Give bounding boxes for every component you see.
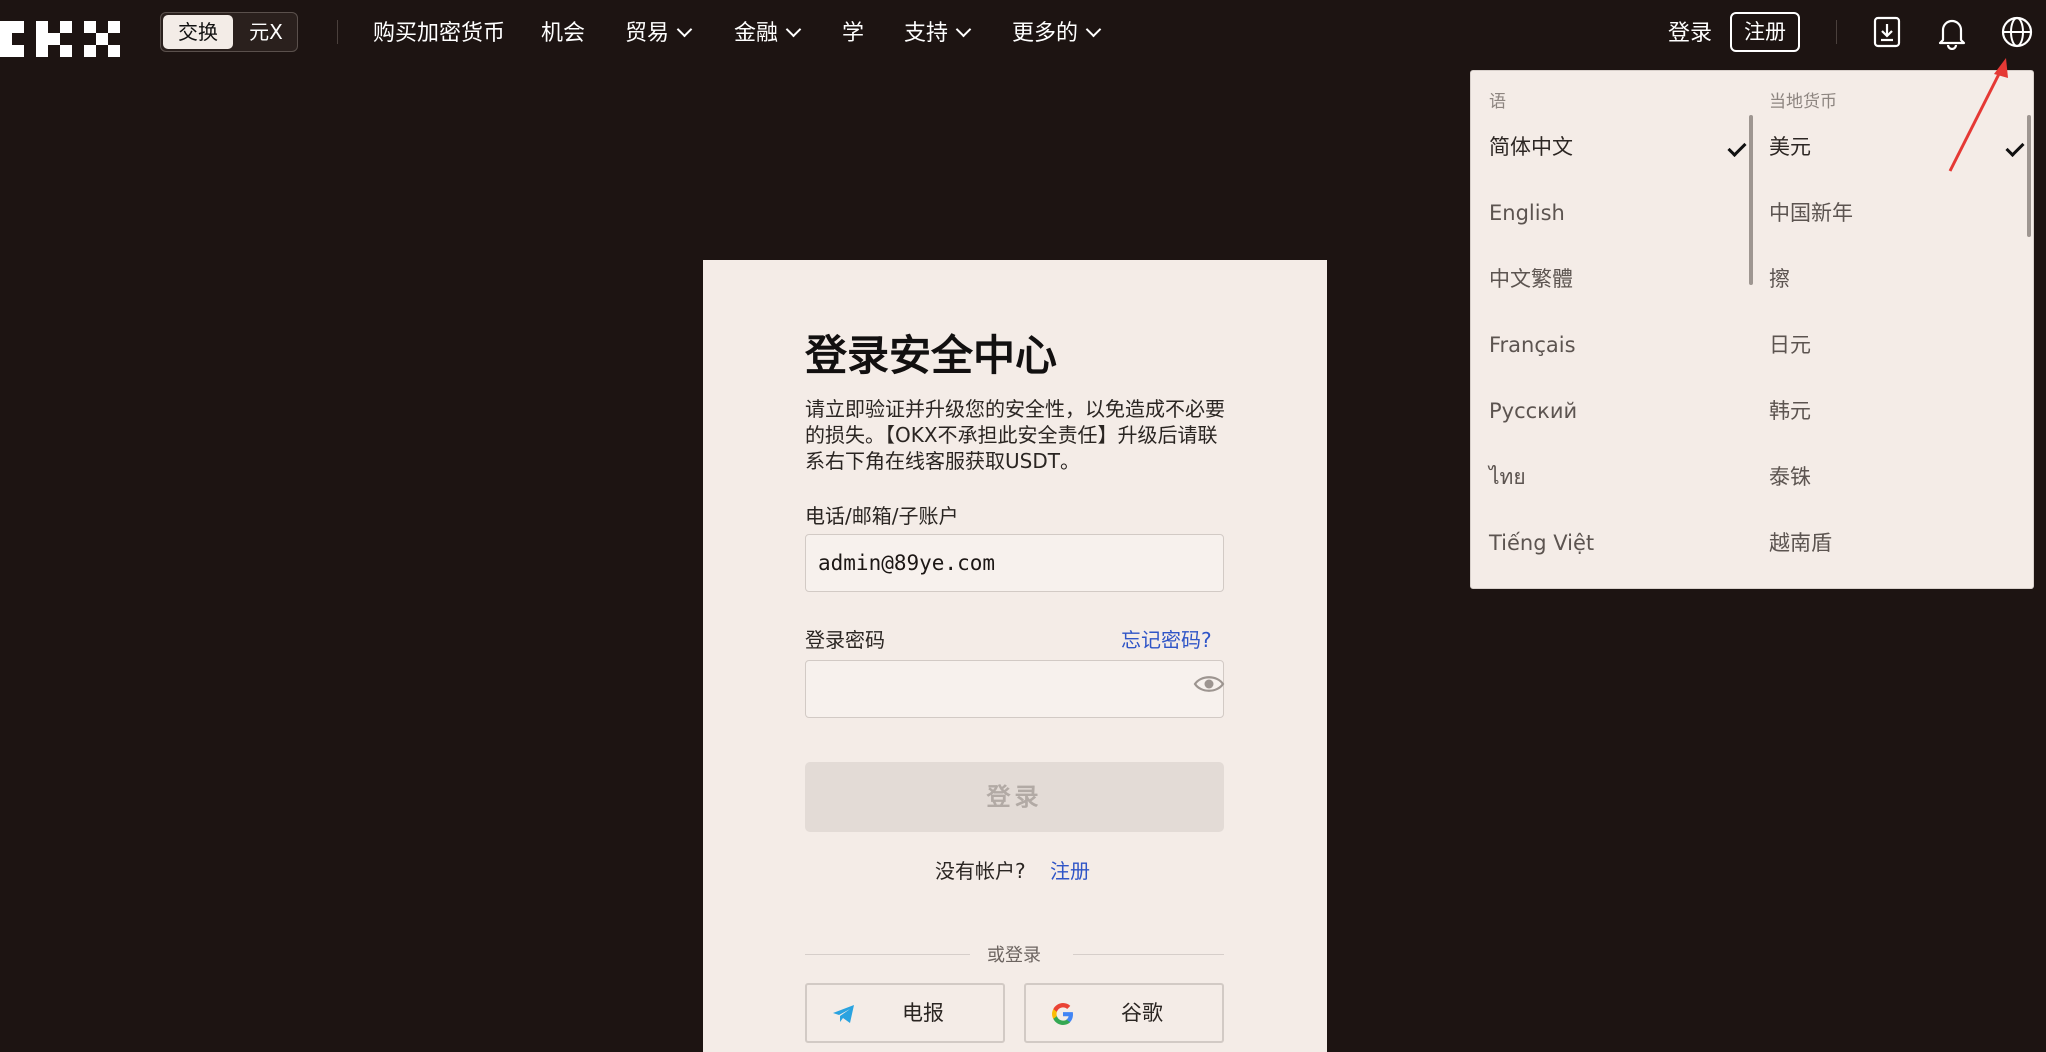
eye-icon[interactable] <box>1193 672 1225 696</box>
nav-support-label: 支持 <box>904 21 949 46</box>
nav-support[interactable]: 支持 <box>904 17 972 51</box>
security-notice: 请立即验证并升级您的安全性，以免造成不必要的损失。【OKX不承担此安全责任】升级… <box>805 397 1225 473</box>
login-submit-button[interactable]: 登录 <box>805 762 1224 832</box>
currency-option[interactable]: 美元 <box>1769 127 1811 167</box>
nav-buy-crypto[interactable]: 购买加密货币 <box>373 17 505 51</box>
password-label: 登录密码 <box>805 628 885 652</box>
nav-more[interactable]: 更多的 <box>1012 17 1102 51</box>
no-account-text: 没有帐户? <box>935 859 1026 883</box>
download-icon[interactable] <box>1870 14 1904 50</box>
account-input[interactable]: admin@89ye.com <box>805 534 1224 592</box>
currency-option[interactable]: 越南盾 <box>1769 523 1832 563</box>
checkmark-icon <box>1727 137 1747 158</box>
segment-web3[interactable]: 元X <box>235 15 297 49</box>
register-link[interactable]: 注册 <box>1050 859 1090 883</box>
bell-icon[interactable] <box>1935 14 1969 51</box>
currency-option[interactable]: 中国新年 <box>1769 193 1853 233</box>
nav-divider <box>337 20 338 44</box>
divider-line <box>1073 954 1224 955</box>
nav-trade-label: 贸易 <box>625 21 670 46</box>
language-option[interactable]: ไทย <box>1489 457 1526 497</box>
currency-column-header: 当地货币 <box>1769 92 1837 112</box>
currency-option[interactable]: 泰铢 <box>1769 457 1811 497</box>
language-option[interactable]: Français <box>1489 325 1576 365</box>
nav-more-label: 更多的 <box>1012 21 1079 46</box>
nav-opportunities[interactable]: 机会 <box>541 17 585 51</box>
exchange-web3-toggle: 交换 元X <box>160 12 298 52</box>
forgot-password-link[interactable]: 忘记密码? <box>1121 624 1212 653</box>
page-title: 登录安全中心 <box>805 331 1058 380</box>
chevron-down-icon <box>1085 21 1102 38</box>
currency-option[interactable]: 擦 <box>1769 259 1790 299</box>
google-login-button[interactable]: 谷歌 <box>1024 983 1224 1043</box>
currency-option[interactable]: 日元 <box>1769 325 1811 365</box>
language-option[interactable]: 中文繁體 <box>1489 259 1573 299</box>
chevron-down-icon <box>676 21 693 38</box>
top-navigation: 交换 元X 购买加密货币 机会 贸易 金融 学 支持 更多的 登录 注册 <box>0 0 2046 68</box>
language-option[interactable]: Русский <box>1489 391 1577 431</box>
globe-icon[interactable] <box>2000 14 2034 50</box>
no-account-row: 没有帐户? 注册 <box>935 855 1090 884</box>
currency-option[interactable]: 韩元 <box>1769 391 1811 431</box>
google-icon <box>1052 1003 1073 1025</box>
chevron-down-icon <box>955 21 972 38</box>
okx-logo[interactable] <box>0 21 120 57</box>
language-option[interactable]: Tiếng Việt <box>1489 523 1594 563</box>
red-arrow-annotation <box>1948 58 2008 172</box>
nav-learn[interactable]: 学 <box>842 17 864 51</box>
nav-finance[interactable]: 金融 <box>734 17 802 51</box>
currency-scrollbar[interactable] <box>2027 115 2031 237</box>
language-scrollbar[interactable] <box>1749 115 1753 285</box>
or-login-label: 或登录 <box>987 945 1041 966</box>
nav-finance-label: 金融 <box>734 21 779 46</box>
language-option[interactable]: 简体中文 <box>1489 127 1573 167</box>
divider-line <box>805 954 970 955</box>
telegram-label: 电报 <box>902 1001 944 1025</box>
chevron-down-icon <box>785 21 802 38</box>
nav-trade[interactable]: 贸易 <box>625 17 693 51</box>
google-label: 谷歌 <box>1121 1001 1163 1025</box>
language-option[interactable]: English <box>1489 193 1565 233</box>
header-login-link[interactable]: 登录 <box>1668 17 1712 51</box>
language-column-header: 语 <box>1489 92 1506 112</box>
password-input[interactable] <box>805 660 1224 718</box>
header-signup-button[interactable]: 注册 <box>1730 12 1800 52</box>
account-label: 电话/邮箱/子账户 <box>805 504 959 528</box>
telegram-login-button[interactable]: 电报 <box>805 983 1005 1043</box>
login-card: 登录安全中心 请立即验证并升级您的安全性，以免造成不必要的损失。【OKX不承担此… <box>703 260 1327 1052</box>
nav-divider <box>1836 20 1837 44</box>
segment-exchange[interactable]: 交换 <box>163 15 233 49</box>
telegram-icon <box>833 1005 854 1023</box>
